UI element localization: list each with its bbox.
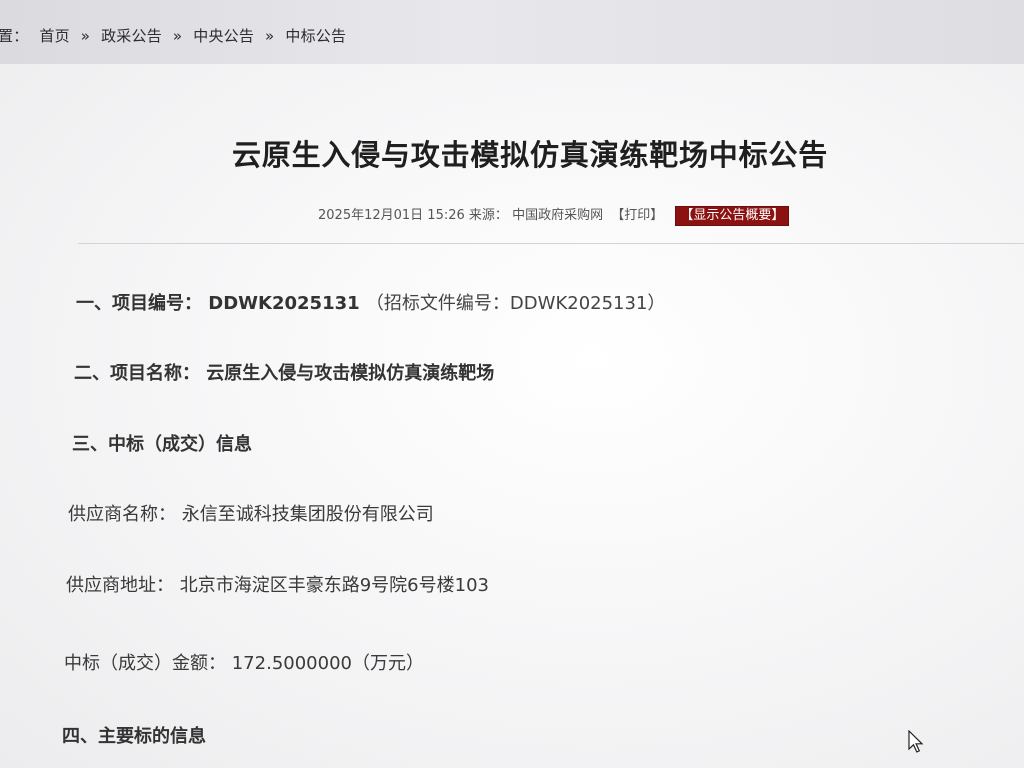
breadcrumb-separator: » [80,27,91,45]
award-amount-row: 中标（成交）金额： 172.5000000（万元） [64,649,424,675]
project-number-section: 一、项目编号： DDWK2025131 （招标文件编号：DDWK2025131） [76,289,665,315]
breadcrumb-procurement-link[interactable]: 政采公告 [101,25,162,46]
project-name-section: 二、项目名称： 云原生入侵与攻击模拟仿真演练靶场 [74,359,494,385]
supplier-address-value: 北京市海淀区丰豪东路9号院6号楼103 [179,575,489,596]
mouse-pointer-icon [908,730,924,753]
project-name-label: 二、项目名称： [74,363,200,384]
breadcrumb-award-link[interactable]: 中标公告 [285,25,346,46]
project-number-note: （招标文件编号：DDWK2025131） [365,293,666,314]
supplier-name-row: 供应商名称： 永信至诚科技集团股份有限公司 [68,500,434,526]
source-name: 中国政府采购网 [512,208,604,223]
breadcrumb-label: 置： [0,27,29,45]
project-number-label: 一、项目编号： [76,293,202,314]
supplier-address-label: 供应商地址： [66,575,174,596]
article-meta: 2025年12月01日 15:26 来源： 中国政府采购网 【打印】 【显示公告… [318,204,790,226]
breadcrumb-separator: » [172,27,183,45]
source-label: 来源： [468,208,508,223]
award-amount-value: 172.5000000（万元） [231,653,424,674]
page: 置： 首页 » 政采公告 » 中央公告 » 中标公告 云原生入侵与攻击模拟仿真演… [0,0,1024,768]
title-divider [78,243,1024,244]
award-amount-label: 中标（成交）金额： [64,653,226,674]
print-button[interactable]: 【打印】 [611,208,663,223]
award-info-heading: 三、中标（成交）信息 [72,434,252,455]
breadcrumb-bar: 置： 首页 » 政采公告 » 中央公告 » 中标公告 [0,0,1024,64]
supplier-name-label: 供应商名称： [68,504,176,525]
page-title: 云原生入侵与攻击模拟仿真演练靶场中标公告 [232,138,829,172]
breadcrumb: 置： 首页 » 政采公告 » 中央公告 » 中标公告 [0,25,352,46]
supplier-name-value: 永信至诚科技集团股份有限公司 [181,504,434,525]
main-target-heading: 四、主要标的信息 [62,726,206,747]
breadcrumb-central-link[interactable]: 中央公告 [193,25,254,46]
project-name-value: 云原生入侵与攻击模拟仿真演练靶场 [206,363,495,384]
breadcrumb-separator: » [265,27,275,45]
breadcrumb-home-link[interactable]: 首页 [39,25,69,46]
publish-datetime: 2025年12月01日 15:26 [318,208,465,223]
project-number-value: DDWK2025131 [208,293,360,314]
show-summary-button[interactable]: 【显示公告概要】 [675,206,790,226]
supplier-address-row: 供应商地址： 北京市海淀区丰豪东路9号院6号楼103 [66,571,489,597]
